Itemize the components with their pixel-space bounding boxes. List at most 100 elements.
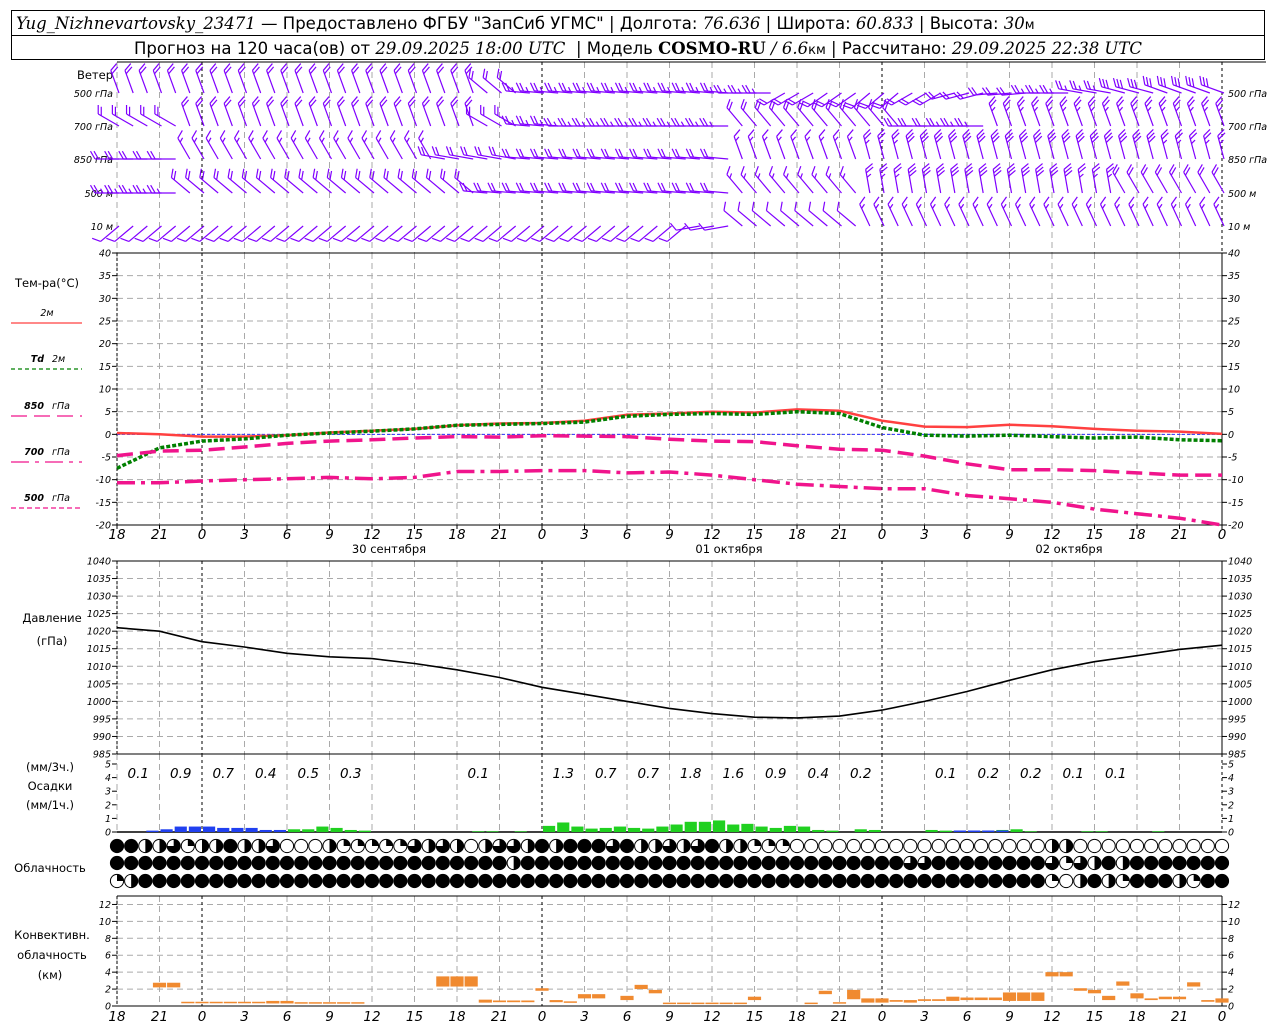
cloud-circle	[690, 873, 705, 889]
cloud-circle	[818, 855, 833, 871]
barb-feather	[657, 82, 663, 92]
barb-half-feather	[695, 121, 699, 127]
barb-half-feather	[406, 137, 410, 143]
wind-barb	[1128, 196, 1140, 227]
barb-staff	[393, 103, 403, 127]
wind-barb	[1168, 164, 1183, 194]
wind-barb	[1098, 77, 1125, 94]
barb-half-feather	[1033, 106, 1039, 112]
cloud-circle	[1030, 873, 1045, 889]
barb-feather	[191, 237, 200, 242]
barb-half-feather	[893, 139, 898, 145]
barb-half-feather	[1162, 139, 1168, 145]
barb-feather	[685, 148, 691, 158]
barb-staff	[237, 103, 248, 127]
wind-barb	[726, 165, 743, 194]
cloud-cover-symbol	[874, 855, 890, 871]
barb-staff	[333, 137, 347, 160]
cloud-circle	[1144, 838, 1159, 854]
barb-staff	[818, 136, 828, 160]
barb-feather	[340, 168, 344, 178]
y-tick-label-right: 5	[1228, 407, 1234, 418]
wind-barb	[1118, 129, 1128, 160]
cloud-cover-symbol	[435, 838, 450, 854]
convective-cloud-bar	[719, 1002, 733, 1005]
barb-half-feather	[842, 173, 846, 179]
precip-3h-total: 0.1	[1063, 766, 1084, 782]
wind-level-label-left: 500 м	[85, 189, 113, 200]
barb-staff	[1160, 135, 1168, 160]
hour-label-bottom: 6	[623, 1009, 632, 1024]
y-tick-label-right: -5	[1228, 453, 1237, 464]
barb-feather	[756, 101, 762, 111]
wind-barb	[454, 168, 474, 194]
cloud-cover-symbol	[889, 838, 904, 854]
cloud-cover-symbol	[152, 855, 167, 871]
wind-barb	[1087, 96, 1098, 127]
barb-staff	[318, 137, 333, 160]
hour-label: 12	[363, 527, 380, 543]
cloud-cover-symbol	[747, 838, 762, 854]
barb-half-feather	[1045, 203, 1050, 209]
cloud-cover-symbol	[577, 855, 592, 871]
cloud-fill	[159, 839, 167, 853]
wind-barb	[223, 63, 233, 94]
hour-label-bottom: 0	[538, 1009, 547, 1024]
cloud-cover-symbol	[634, 855, 649, 871]
wind-barb	[1217, 129, 1226, 160]
barb-feather	[646, 82, 652, 92]
convective-cloud-bar	[804, 1002, 818, 1005]
cloud-cover-symbol	[138, 855, 153, 871]
barb-staff	[733, 136, 743, 160]
barb-feather	[1102, 78, 1106, 88]
barb-feather	[797, 165, 802, 175]
barb-feather	[604, 182, 610, 192]
wind-barb	[948, 129, 958, 160]
y-tick-label-left: -10	[95, 475, 111, 486]
hour-label: 15	[746, 527, 763, 543]
cloud-cover-symbol	[761, 855, 776, 871]
barb-feather	[369, 168, 372, 178]
longitude-label: Долгота:	[619, 14, 698, 33]
cloud-cover-symbol	[733, 873, 748, 889]
barb-staff	[304, 137, 318, 160]
convective-cloud-bar	[351, 1002, 365, 1004]
cloud-cover-symbol	[194, 838, 210, 854]
cloud-fill	[372, 839, 379, 846]
cloud-circle	[166, 855, 181, 871]
barb-staff	[298, 177, 318, 194]
barb-feather	[618, 148, 624, 158]
altitude-value: 30	[1003, 14, 1025, 33]
cloud-cover-symbol	[1087, 855, 1102, 871]
cloud-cover-symbol	[520, 855, 535, 871]
cloud-circle	[1186, 838, 1201, 854]
hour-label: 15	[1086, 527, 1103, 543]
wind-barb	[996, 87, 1026, 96]
barb-staff	[290, 137, 304, 160]
barb-half-feather	[820, 136, 825, 142]
barb-half-feather	[917, 203, 922, 209]
wind-barb	[529, 115, 559, 127]
cloud-cover-symbol	[1101, 855, 1116, 871]
barb-half-feather	[1049, 88, 1053, 94]
cloud-fill	[457, 839, 464, 853]
wind-barb	[347, 130, 361, 160]
wind-barb	[154, 105, 176, 127]
barb-half-feather	[1076, 106, 1081, 112]
cloud-circle	[931, 873, 946, 889]
cloud-cover-symbol	[350, 873, 365, 889]
hour-label: 21	[491, 527, 508, 543]
barb-feather	[859, 102, 869, 107]
barb-half-feather	[1118, 106, 1124, 112]
convective-cloud-bar	[1130, 993, 1144, 999]
barb-staff	[737, 210, 757, 227]
wind-barb	[978, 163, 988, 194]
cloud-cover-symbol	[1129, 838, 1145, 854]
barb-feather	[675, 182, 680, 192]
barb-feather	[1015, 196, 1022, 205]
cloud-cover-symbol	[421, 873, 436, 889]
wind-barb	[1184, 196, 1197, 227]
barb-feather	[241, 168, 245, 178]
cloud-cover-symbol	[209, 873, 224, 889]
precip-3h-total: 0.1	[1105, 766, 1126, 782]
